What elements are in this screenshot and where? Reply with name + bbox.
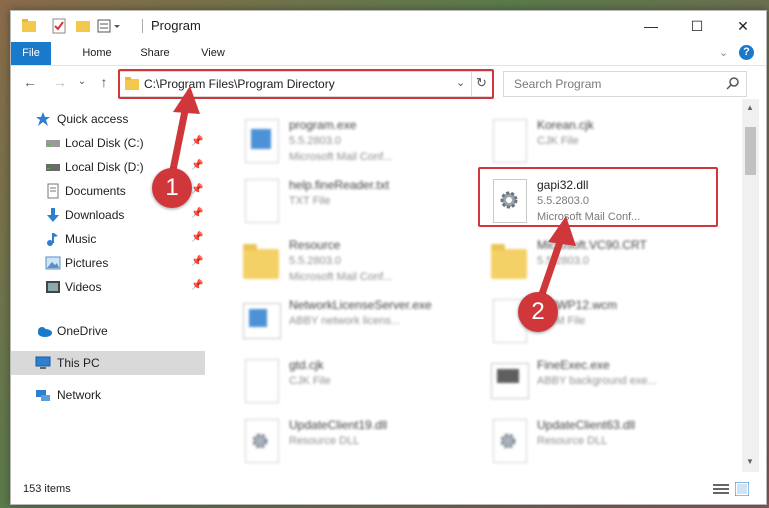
step-one-badge: 1 [152, 168, 192, 208]
step-two-badge: 2 [518, 292, 558, 332]
annotation-arrows [168, 86, 576, 302]
